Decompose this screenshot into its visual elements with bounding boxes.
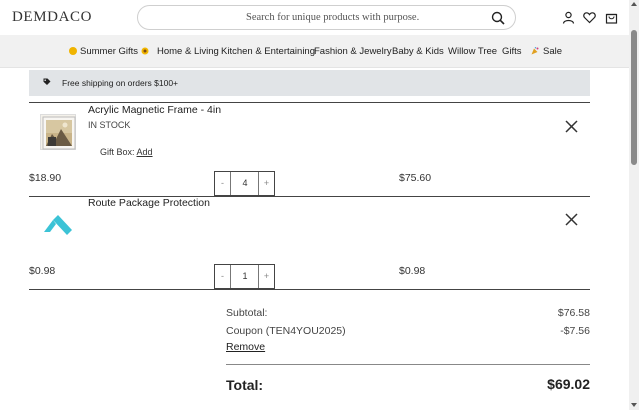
- frame-photo-icon: [42, 116, 76, 150]
- site-header: DEMDACO Search for unique products with …: [0, 0, 629, 35]
- remove-coupon-link[interactable]: Remove: [226, 341, 265, 353]
- account-icon[interactable]: [562, 11, 575, 24]
- product-thumbnail[interactable]: [40, 114, 76, 150]
- tag-icon: [43, 78, 51, 85]
- scrollbar-thumb[interactable]: [631, 30, 637, 165]
- free-shipping-banner: Free shipping on orders $100+: [29, 70, 590, 96]
- line-total: $75.60: [399, 172, 432, 184]
- route-logo-icon: [44, 215, 72, 235]
- unit-price: $0.98: [29, 265, 56, 277]
- divider: [226, 364, 590, 365]
- gift-box-option: Gift Box: Add: [100, 147, 153, 157]
- sun-icon: [69, 47, 77, 55]
- party-popper-icon: [531, 47, 539, 55]
- search-bar[interactable]: Search for unique products with purpose.: [137, 5, 516, 30]
- total-label: Total:: [226, 377, 264, 393]
- nav-item-gifts[interactable]: Gifts: [502, 46, 522, 57]
- subtotal-label: Subtotal:: [226, 307, 268, 319]
- quantity-increase-button[interactable]: +: [258, 172, 274, 195]
- nav-item-kitchen-entertaining[interactable]: Kitchen & Entertaining: [221, 46, 315, 57]
- unit-price: $18.90: [29, 172, 62, 184]
- coupon-label: Coupon (TEN4YOU2025): [226, 325, 346, 337]
- nav-item-willow-tree[interactable]: Willow Tree: [448, 46, 497, 57]
- nav-item-baby-kids[interactable]: Baby & Kids: [392, 46, 444, 57]
- quantity-stepper: - 1 +: [214, 264, 275, 289]
- coupon-discount-value: -$7.56: [560, 325, 590, 337]
- quantity-stepper: - 4 +: [214, 171, 275, 196]
- quantity-decrease-button[interactable]: -: [215, 172, 231, 195]
- scroll-up-arrow-icon[interactable]: [631, 2, 637, 6]
- banner-text: Free shipping on orders $100+: [62, 78, 179, 88]
- scroll-down-arrow-icon[interactable]: [631, 403, 637, 407]
- shopping-bag-icon[interactable]: [605, 11, 618, 24]
- quantity-input[interactable]: 1: [232, 265, 258, 288]
- divider: [29, 289, 590, 290]
- line-total: $0.98: [399, 265, 426, 277]
- remove-item-close-icon[interactable]: [565, 213, 578, 226]
- site-logo[interactable]: DEMDACO: [12, 9, 92, 26]
- category-nav: Summer Gifts Home & Living Kitchen & Ent…: [0, 35, 629, 68]
- item-title[interactable]: Route Package Protection: [88, 197, 210, 209]
- quantity-decrease-button[interactable]: -: [215, 265, 231, 288]
- nav-item-summer-gifts[interactable]: Summer Gifts: [69, 46, 149, 57]
- divider: [29, 102, 590, 103]
- sunflower-icon: [141, 47, 149, 55]
- wishlist-heart-icon[interactable]: [583, 11, 596, 24]
- search-icon[interactable]: [491, 11, 505, 25]
- search-input[interactable]: Search for unique products with purpose.: [246, 12, 419, 23]
- page-scrollbar[interactable]: [629, 0, 639, 410]
- subtotal-value: $76.58: [557, 307, 590, 319]
- nav-item-fashion-jewelry[interactable]: Fashion & Jewelry: [314, 46, 392, 57]
- remove-item-close-icon[interactable]: [565, 120, 578, 133]
- nav-item-home-living[interactable]: Home & Living: [157, 46, 219, 57]
- total-value: $69.02: [547, 376, 590, 392]
- nav-item-sale[interactable]: Sale: [531, 46, 562, 57]
- stock-status: IN STOCK: [88, 120, 131, 130]
- gift-box-add-link[interactable]: Add: [137, 147, 153, 157]
- item-title[interactable]: Acrylic Magnetic Frame - 4in: [88, 104, 221, 116]
- quantity-input[interactable]: 4: [232, 172, 258, 195]
- quantity-increase-button[interactable]: +: [258, 265, 274, 288]
